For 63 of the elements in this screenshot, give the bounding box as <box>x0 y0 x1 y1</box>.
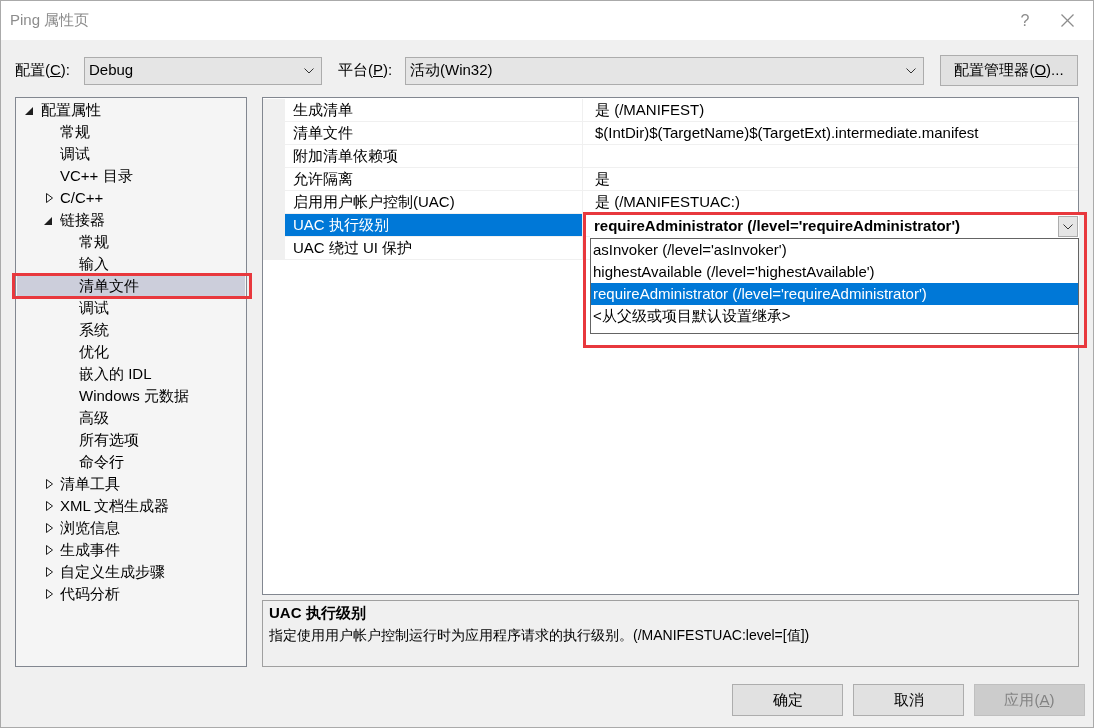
tree-item[interactable]: 常规 <box>17 233 245 251</box>
dropdown-option[interactable]: asInvoker (/level='asInvoker') <box>591 239 1078 261</box>
outline-triangle-icon[interactable] <box>46 479 53 489</box>
outline-triangle-icon[interactable] <box>46 193 53 203</box>
tree-item[interactable]: 代码分析 <box>17 585 245 603</box>
tree-item[interactable]: 自定义生成步骤 <box>17 563 245 581</box>
tree-item[interactable]: 系统 <box>17 321 245 339</box>
chevron-down-icon <box>906 67 916 74</box>
property-name[interactable]: UAC 执行级别 <box>285 214 583 236</box>
description-title: UAC 执行级别 <box>269 603 367 623</box>
outline-triangle-icon[interactable] <box>46 567 53 577</box>
tree-item[interactable]: 浏览信息 <box>17 519 245 537</box>
tree-item[interactable]: 常规 <box>17 123 245 141</box>
value-combo[interactable]: requireAdministrator (/level='requireAdministrator') <box>590 215 1079 238</box>
property-name[interactable]: 清单文件 <box>285 122 583 144</box>
outline-triangle-icon[interactable] <box>46 501 53 511</box>
dropdown-button[interactable] <box>1058 216 1078 237</box>
property-name[interactable]: 启用用户帐户控制(UAC) <box>285 191 583 213</box>
platform-dropdown[interactable]: 活动(Win32) <box>405 56 924 85</box>
tree-item[interactable]: 配置属性 <box>17 101 245 119</box>
dropdown-option[interactable]: requireAdministrator (/level='requireAdministrator') <box>591 283 1078 305</box>
tree-item[interactable]: 输入 <box>17 255 245 273</box>
close-icon <box>1060 14 1074 27</box>
tree-item[interactable]: VC++ 目录 <box>17 167 245 185</box>
configuration-manager-button[interactable]: 配置管理器(O)... <box>940 55 1078 86</box>
property-value: $(IntDir)$(TargetName)$(TargetExt).intermediate.manifest <box>595 122 979 143</box>
outline-triangle-icon[interactable] <box>46 545 53 555</box>
property-name[interactable]: 允许隔离 <box>285 168 583 190</box>
tree-item[interactable]: 优化 <box>17 343 245 361</box>
tree-item[interactable]: 调试 <box>17 299 245 317</box>
tree-item[interactable]: 调试 <box>17 145 245 163</box>
dialog-button[interactable]: 取消 <box>853 684 964 716</box>
description-text: 指定使用用户帐户控制运行时为应用程序请求的执行级别。(/MANIFESTUAC:level=[值]) <box>269 625 811 645</box>
filled-triangle-icon[interactable] <box>25 107 33 115</box>
property-name[interactable]: UAC 绕过 UI 保护 <box>285 237 583 259</box>
tree-item[interactable]: C/C++ <box>17 189 245 207</box>
property-name[interactable]: 附加清单依赖项 <box>285 145 583 167</box>
outline-triangle-icon[interactable] <box>46 523 53 533</box>
configuration-dropdown[interactable]: Debug <box>84 56 322 85</box>
property-name[interactable]: 生成清单 <box>285 99 583 121</box>
property-value: 是 (/MANIFESTUAC:) <box>595 191 740 212</box>
tree-item[interactable]: 嵌入的 IDL <box>17 365 245 383</box>
help-button[interactable]: ? <box>1015 8 1035 33</box>
dialog-button[interactable]: 确定 <box>732 684 843 716</box>
tree-item[interactable]: 所有选项 <box>17 431 245 449</box>
chevron-down-icon <box>1063 223 1073 230</box>
configuration-label: 配置(C): <box>15 60 71 81</box>
tree-item[interactable]: 生成事件 <box>17 541 245 559</box>
window-title: Ping 属性页 <box>10 10 90 31</box>
tree-item[interactable]: Windows 元数据 <box>17 387 245 405</box>
chevron-down-icon <box>304 67 314 74</box>
dropdown-option[interactable]: <从父级或项目默认设置继承> <box>591 305 1078 327</box>
platform-label: 平台(P): <box>338 60 394 81</box>
tree-item[interactable]: 清单工具 <box>17 475 245 493</box>
tree-item[interactable]: 高级 <box>17 409 245 427</box>
tree-item[interactable]: XML 文档生成器 <box>17 497 245 515</box>
tree-item[interactable]: 链接器 <box>17 211 245 229</box>
property-value: 是 (/MANIFEST) <box>595 99 705 120</box>
property-value: 是 <box>595 168 610 189</box>
tree-item[interactable]: 命令行 <box>17 453 245 471</box>
dropdown-option[interactable]: highestAvailable (/level='highestAvailable') <box>591 261 1078 283</box>
filled-triangle-icon[interactable] <box>44 217 52 225</box>
outline-triangle-icon[interactable] <box>46 589 53 599</box>
